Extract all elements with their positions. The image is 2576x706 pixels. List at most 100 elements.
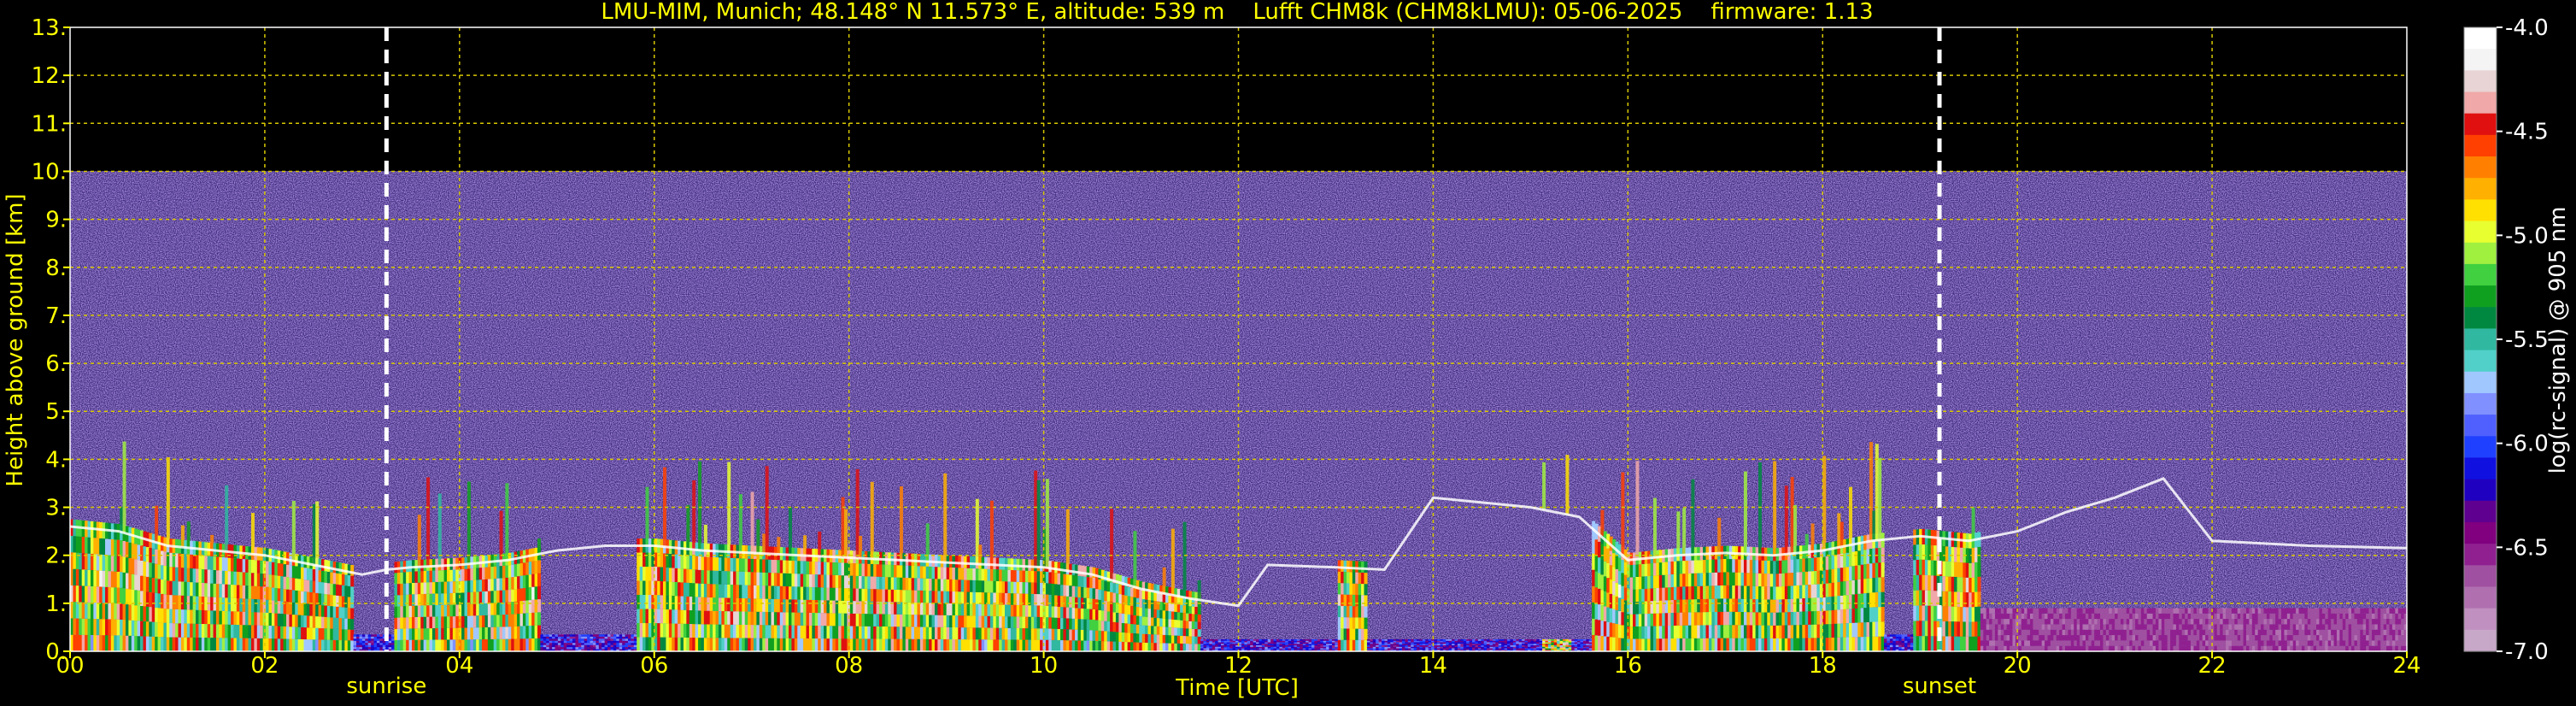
heatmap-cell — [1588, 644, 1593, 645]
heatmap-cell — [1746, 638, 1751, 651]
heatmap-cell — [350, 619, 355, 630]
heatmap-cell — [449, 604, 454, 617]
heatmap-cell — [797, 561, 801, 574]
heatmap-cell — [1428, 646, 1432, 649]
heatmap-cell — [1691, 560, 1695, 574]
heatmap-cell — [215, 584, 220, 597]
heatmap-cell — [835, 638, 839, 651]
heatmap-cell — [1296, 638, 1300, 641]
heatmap-cell — [666, 623, 670, 638]
heatmap-cell — [1390, 640, 1394, 643]
heatmap-cell — [1775, 625, 1780, 638]
heatmap-cell — [402, 628, 407, 640]
heatmap-cell — [1775, 638, 1780, 651]
heatmap-cell — [744, 638, 748, 651]
heatmap-cell — [1644, 638, 1648, 651]
heatmap-cell — [330, 606, 334, 618]
heatmap-cell — [1691, 586, 1695, 600]
heatmap-cell — [1860, 564, 1864, 580]
heatmap-cell — [1507, 646, 1511, 649]
heatmap-cell — [806, 599, 810, 613]
heatmap-cell — [1387, 644, 1391, 645]
heatmap-cell — [1343, 594, 1347, 606]
heatmap-cell — [616, 644, 620, 648]
heatmap-cell — [820, 613, 824, 627]
heatmap-cell — [1355, 595, 1359, 607]
heatmap-cell — [525, 638, 530, 651]
heatmap-cell — [808, 625, 813, 638]
heatmap-cell — [376, 636, 380, 639]
heatmap-cell — [1390, 638, 1394, 641]
heatmap-cell — [978, 580, 983, 592]
heatmap-cell — [946, 627, 950, 639]
heatmap-cell — [437, 581, 442, 594]
heatmap-cell — [1376, 642, 1380, 644]
heatmap-cell — [668, 609, 672, 624]
heatmap-cell — [1510, 648, 1514, 650]
heatmap-cell — [306, 580, 310, 592]
heatmap-cell — [1813, 597, 1818, 611]
heatmap-cell — [1358, 628, 1362, 640]
heatmap-cell — [361, 643, 366, 645]
heatmap-cell — [1588, 638, 1593, 641]
heatmap-cell — [1048, 639, 1053, 651]
heatmap-cell — [1235, 648, 1240, 650]
heatmap-cell — [1755, 585, 1759, 600]
heatmap-cell — [1594, 539, 1599, 556]
heatmap-cell — [648, 595, 652, 609]
heatmap-cell — [849, 626, 854, 639]
heatmap-cell — [400, 583, 404, 596]
heatmap-cell — [1851, 566, 1856, 580]
heatmap-cell — [701, 570, 705, 584]
heatmap-cell — [1650, 613, 1654, 627]
heatmap-cell — [870, 638, 874, 651]
heatmap-cell — [733, 585, 737, 598]
heatmap-cell — [110, 619, 114, 636]
heatmap-cell — [1784, 638, 1788, 651]
heatmap-cell — [1422, 644, 1426, 645]
heatmap-cell — [73, 634, 77, 651]
heatmap-cell — [1720, 585, 1724, 599]
heatmap-cell — [1182, 621, 1187, 629]
heatmap-cell — [1536, 644, 1540, 647]
heatmap-cell — [733, 597, 737, 612]
heatmap-cell — [274, 575, 279, 588]
heatmap-cell — [785, 625, 789, 638]
heatmap-cell — [592, 636, 596, 639]
heatmap-cell — [1609, 593, 1613, 609]
heatmap-cell — [1647, 563, 1652, 576]
heatmap-cell — [365, 647, 369, 650]
heatmap-cell — [493, 638, 497, 651]
heatmap-cell — [1758, 573, 1763, 586]
heatmap-cell — [1150, 600, 1154, 609]
heatmap-cell — [1250, 648, 1254, 650]
heatmap-cell — [701, 583, 705, 597]
heatmap-cell — [297, 627, 302, 639]
heatmap-cell — [1732, 638, 1736, 651]
heatmap-cell — [110, 635, 114, 651]
heatmap-cell — [1124, 585, 1129, 596]
heatmap-cell — [949, 627, 954, 639]
heatmap-cell — [519, 638, 524, 651]
heatmap-cell — [1349, 639, 1353, 651]
heatmap-cell — [1769, 574, 1774, 587]
heatmap-cell — [1647, 588, 1652, 602]
heatmap-cell — [1054, 584, 1059, 596]
heatmap-cell — [1843, 623, 1847, 638]
heatmap-cell — [1799, 611, 1803, 626]
heatmap-cell — [330, 628, 334, 640]
heatmap-cell — [1594, 587, 1599, 603]
heatmap-cell — [256, 638, 261, 651]
heatmap-cell — [919, 566, 924, 579]
heatmap-cell — [464, 639, 468, 651]
heatmap-cell — [1370, 644, 1374, 647]
heatmap-cell — [557, 638, 561, 641]
heatmap-cell — [1857, 565, 1862, 580]
heatmap-cell — [949, 603, 954, 615]
heatmap-cell — [1215, 648, 1219, 650]
heatmap-cell — [408, 628, 413, 640]
heatmap-cell — [1615, 623, 1619, 638]
heatmap-cell — [219, 584, 223, 597]
heatmap-cell — [557, 640, 561, 644]
heatmap-cell — [1226, 640, 1230, 643]
